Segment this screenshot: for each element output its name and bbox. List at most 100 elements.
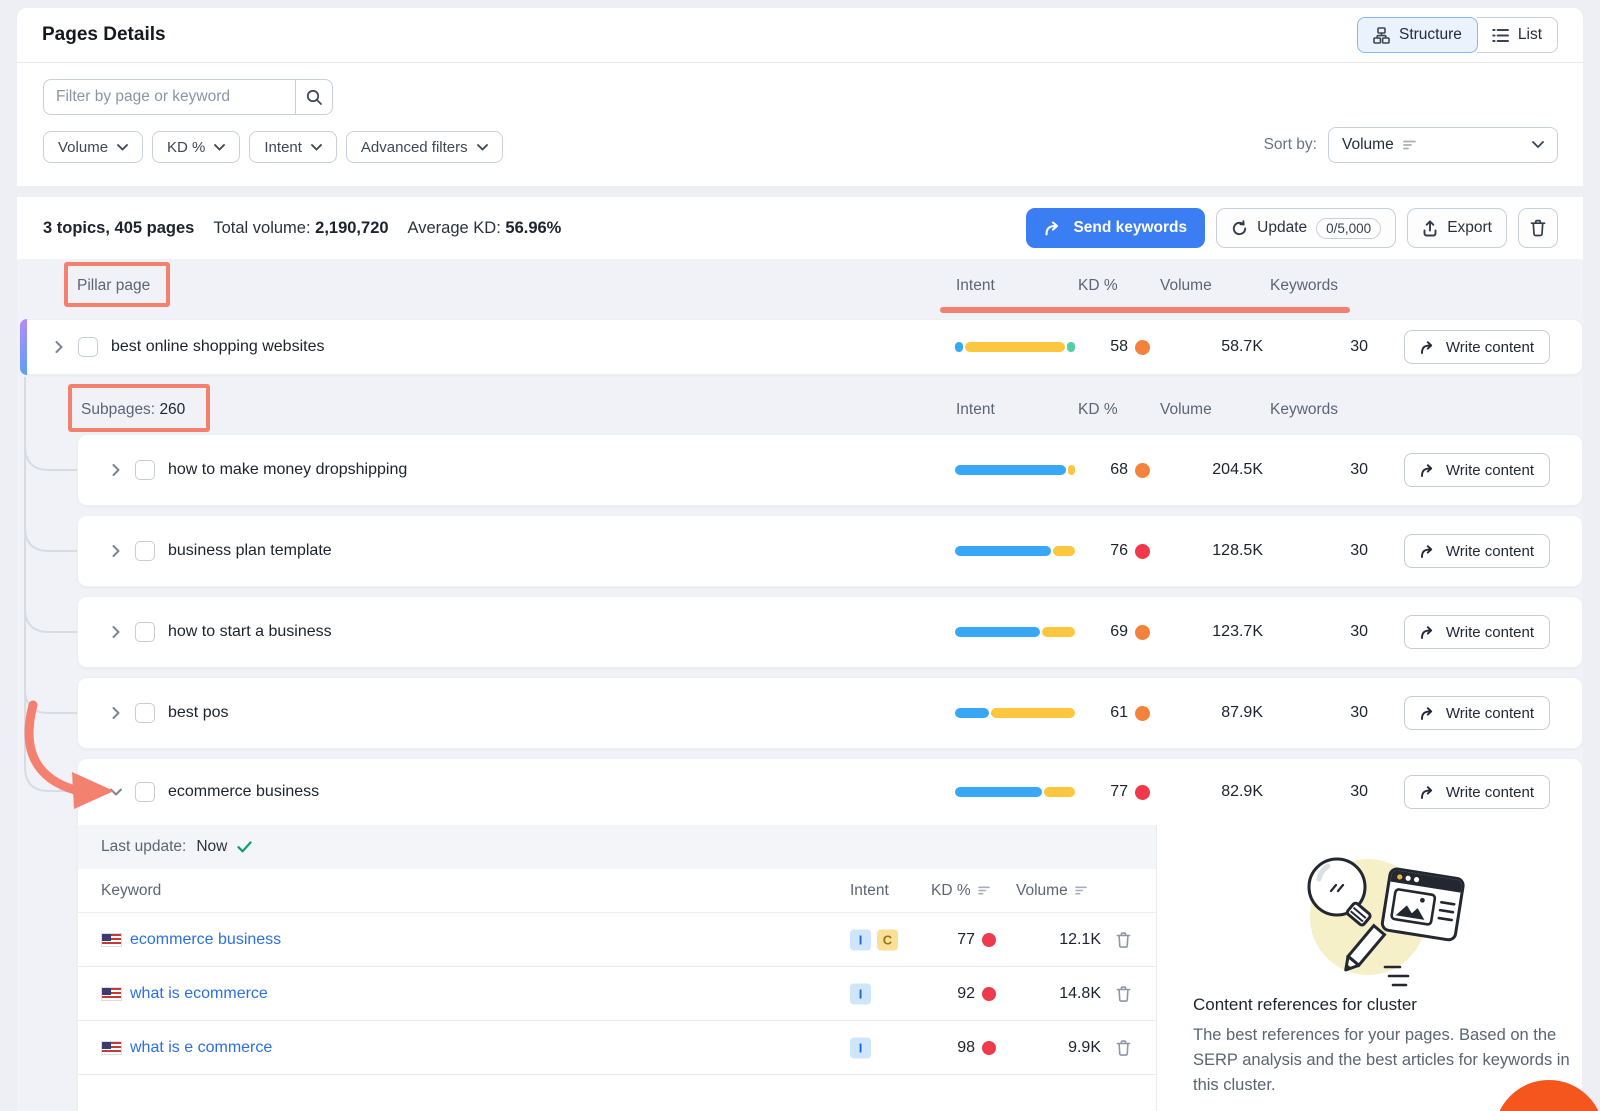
write-content-button[interactable]: Write content <box>1404 775 1550 809</box>
kd-cell: 98 <box>957 1039 996 1057</box>
keywords-column-header: Keywords <box>1270 401 1338 419</box>
pillar-page-column-header: Pillar page <box>77 277 150 295</box>
subpages-count: Subpages: 260 <box>81 401 185 419</box>
sort-by-label: Sort by: <box>1264 136 1317 154</box>
keyword-link[interactable]: what is ecommerce <box>130 985 268 1003</box>
total-volume: Total volume: 2,190,720 <box>213 219 388 238</box>
keywords-cell: 30 <box>1308 338 1368 356</box>
list-view-toggle[interactable]: List <box>1477 17 1558 53</box>
keywords-cell: 30 <box>1308 623 1368 641</box>
write-content-button[interactable]: Write content <box>1404 330 1550 364</box>
pages-details-screen: Pages Details Structure <box>0 0 1600 1111</box>
chevron-down-icon <box>311 144 322 151</box>
delete-keyword-button[interactable] <box>1116 931 1131 948</box>
keyword-link[interactable]: what is e commerce <box>130 1039 272 1057</box>
row-checkbox[interactable] <box>78 337 98 357</box>
lightbulb-pencil-illustration <box>1265 839 1475 997</box>
subpage-row: how to start a business 69 123.7K 30 Wri… <box>77 596 1583 668</box>
advanced-filters-label: Advanced filters <box>361 139 468 156</box>
update-button[interactable]: Update 0/5,000 <box>1216 208 1396 248</box>
kd-cell: 68 <box>1110 461 1150 479</box>
expand-chevron-right-icon[interactable] <box>48 336 70 358</box>
page-title: Pages Details <box>42 24 166 46</box>
intent-bar <box>955 546 1075 556</box>
subpage-title: ecommerce business <box>168 783 319 801</box>
expand-chevron-right-icon[interactable] <box>105 540 127 562</box>
keyword-row: ecommerce business I C 77 12.1K <box>78 913 1156 967</box>
subpage-row: how to make money dropshipping 68 204.5K… <box>77 434 1583 506</box>
search-input[interactable] <box>43 79 295 115</box>
keyword-link[interactable]: ecommerce business <box>130 931 281 949</box>
last-update-bar: Last update: Now <box>78 825 1156 869</box>
commercial-intent-badge: C <box>877 929 898 950</box>
write-content-button[interactable]: Write content <box>1404 696 1550 730</box>
topic-table: Pillar page Intent KD % Volume Keywords … <box>17 259 1583 1111</box>
volume-column-header[interactable]: Volume <box>1016 882 1088 900</box>
kd-column-header[interactable]: KD % <box>931 882 991 900</box>
subpage-row: business plan template 76 128.5K 30 Writ… <box>77 515 1583 587</box>
structure-view-toggle[interactable]: Structure <box>1357 17 1478 53</box>
write-content-button[interactable]: Write content <box>1404 534 1550 568</box>
kd-cell: 76 <box>1110 542 1150 560</box>
intent-badges: I <box>850 1037 871 1058</box>
kd-cell: 61 <box>1110 704 1150 722</box>
volume-filter-dropdown[interactable]: Volume <box>43 131 143 163</box>
intent-column-header: Intent <box>850 882 889 900</box>
export-icon <box>1422 220 1438 237</box>
chevron-down-icon <box>477 144 488 151</box>
write-content-label: Write content <box>1446 339 1534 356</box>
delete-keyword-button[interactable] <box>1116 985 1131 1002</box>
reference-panel-description: The best references for your pages. Base… <box>1193 1023 1571 1098</box>
row-checkbox[interactable] <box>135 703 155 723</box>
export-button[interactable]: Export <box>1407 208 1507 248</box>
row-checkbox[interactable] <box>135 622 155 642</box>
delete-topics-button[interactable] <box>1518 208 1558 248</box>
annotation-arrow <box>17 689 127 819</box>
intent-bar <box>955 627 1075 637</box>
us-flag-icon <box>101 1041 122 1055</box>
informational-intent-badge: I <box>850 1037 871 1058</box>
row-checkbox[interactable] <box>135 541 155 561</box>
list-icon <box>1492 28 1509 43</box>
write-content-button[interactable]: Write content <box>1404 615 1550 649</box>
delete-keyword-button[interactable] <box>1116 1039 1131 1056</box>
chevron-down-icon <box>1532 141 1544 149</box>
keywords-cell: 30 <box>1308 783 1368 801</box>
subpage-title: how to start a business <box>168 623 332 641</box>
intent-bar <box>955 787 1075 797</box>
kd-dot <box>982 987 996 1001</box>
expand-chevron-right-icon[interactable] <box>105 459 127 481</box>
keywords-cell: 30 <box>1308 461 1368 479</box>
pillar-page-title: best online shopping websites <box>111 338 324 356</box>
informational-intent-badge: I <box>850 983 871 1004</box>
volume-cell: 9.9K <box>1021 1039 1101 1057</box>
send-keywords-button[interactable]: Send keywords <box>1026 208 1205 248</box>
keywords-column-header: Keywords <box>1270 277 1338 295</box>
list-toggle-label: List <box>1518 26 1542 44</box>
write-content-button[interactable]: Write content <box>1404 453 1550 487</box>
volume-cell: 128.5K <box>1173 542 1263 560</box>
structure-toggle-label: Structure <box>1399 26 1462 44</box>
subpage-row-expanded: ecommerce business 77 82.9K 30 Write con… <box>78 759 1582 825</box>
kd-dot <box>1135 544 1150 559</box>
sort-by-select[interactable]: Volume <box>1328 127 1558 163</box>
kd-column-header: KD % <box>1078 401 1118 419</box>
volume-cell: 204.5K <box>1173 461 1263 479</box>
intent-filter-dropdown[interactable]: Intent <box>249 131 337 163</box>
informational-intent-badge: I <box>850 929 871 950</box>
keywords-cell: 30 <box>1308 704 1368 722</box>
write-arrow-icon <box>1420 545 1437 558</box>
search-button[interactable] <box>295 79 333 115</box>
expand-chevron-right-icon[interactable] <box>105 621 127 643</box>
row-checkbox[interactable] <box>135 460 155 480</box>
kd-filter-dropdown[interactable]: KD % <box>152 131 240 163</box>
advanced-filters-dropdown[interactable]: Advanced filters <box>346 131 503 163</box>
average-kd: Average KD: 56.96% <box>408 219 562 238</box>
row-checkbox[interactable] <box>135 782 155 802</box>
annotation-columns-underline <box>940 307 1350 313</box>
search-icon <box>306 89 323 106</box>
keywords-cell: 30 <box>1308 542 1368 560</box>
send-keywords-label: Send keywords <box>1073 219 1187 237</box>
pillar-page-row: best online shopping websites 58 58.7K 3… <box>20 319 1583 375</box>
volume-cell: 82.9K <box>1173 783 1263 801</box>
